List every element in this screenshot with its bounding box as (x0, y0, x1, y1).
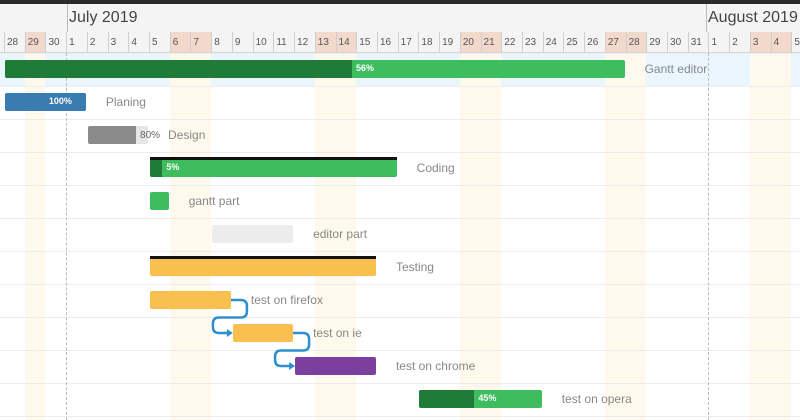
day-cell: 2 (86, 32, 108, 52)
day-cell: 28 (4, 32, 25, 52)
task-bar[interactable]: 45% (419, 390, 542, 408)
day-cell: 9 (231, 32, 253, 52)
task-label: gantt part (188, 194, 240, 208)
progress-fill (5, 60, 352, 78)
progress-label: 45% (478, 393, 497, 403)
task-label: Planing (105, 95, 146, 109)
task-label: test on opera (561, 392, 632, 406)
timeline-month-scale: July 2019 August 2019 (0, 4, 800, 32)
task-bar[interactable]: 56% (5, 60, 625, 78)
day-cell: 8 (211, 32, 232, 52)
day-cell: 20 (459, 32, 481, 52)
task-bar[interactable] (87, 126, 149, 144)
day-cell: 4 (128, 32, 149, 52)
task-bar[interactable] (212, 225, 294, 243)
progress-fill (419, 390, 475, 408)
month-label-august: August 2019 (708, 9, 798, 26)
task-label: test on ie (313, 326, 362, 340)
day-cell: 31 (687, 32, 709, 52)
task-label: Testing (395, 260, 434, 274)
day-cell: 27 (604, 32, 626, 52)
day-cell: 19 (439, 32, 460, 52)
task-label: editor part (313, 227, 368, 241)
task-bar[interactable] (295, 357, 376, 375)
day-cell: 21 (480, 32, 502, 52)
task-bar[interactable] (150, 258, 376, 276)
day-cell: 10 (252, 32, 274, 52)
day-cell: 22 (501, 32, 522, 52)
day-cell: 30 (667, 32, 688, 52)
day-cell: 28 (625, 32, 647, 52)
day-cell: 17 (397, 32, 419, 52)
task-bar[interactable] (150, 192, 169, 210)
task-bar[interactable] (232, 324, 294, 342)
timeline-day-scale: 28 29 30 1 2 3 4 5 6 7 8 9 10 11 12 13 14 15 16 17 18 19 20 21 2… (0, 32, 800, 53)
day-cell: 2 (729, 32, 750, 52)
day-cell: 13 (314, 32, 336, 52)
summary-indicator (150, 256, 376, 259)
day-cell: 16 (376, 32, 398, 52)
day-cell: 26 (584, 32, 605, 52)
day-cell: 25 (563, 32, 584, 52)
day-cell: 12 (294, 32, 315, 52)
month-label-july: July 2019 (69, 9, 138, 26)
day-cell: 14 (335, 32, 357, 52)
progress-label: 56% (355, 63, 374, 73)
task-label: Design (168, 128, 206, 142)
progress-label: 5% (166, 162, 180, 172)
progress-fill (87, 126, 136, 144)
day-cell: 23 (522, 32, 543, 52)
day-cell: 3 (107, 32, 129, 52)
day-cell: 6 (169, 32, 191, 52)
task-bar[interactable]: 5% (150, 159, 397, 177)
day-cell: 15 (356, 32, 377, 52)
day-cell: 5 (791, 32, 800, 52)
task-label: test on chrome (395, 359, 476, 373)
progress-label: 100% (48, 96, 72, 106)
gantt-chart: July 2019 August 2019 28 29 30 1 2 3 4 5 6 7 8 9 10 1… (0, 4, 800, 420)
progress-label: 80% (140, 130, 161, 141)
task-label: test on firefox (250, 293, 323, 307)
day-cell: 5 (149, 32, 170, 52)
day-cell: 29 (24, 32, 46, 52)
day-cell: 29 (646, 32, 667, 52)
day-cell: 24 (542, 32, 564, 52)
task-label: Coding (416, 161, 455, 175)
day-cell: 30 (45, 32, 66, 52)
task-bar[interactable] (150, 291, 231, 309)
gantt-task-area: 56% Gantt editor 100% Planing 80% Design 5% Cod… (0, 53, 800, 420)
day-cell: 3 (749, 32, 771, 52)
task-bar[interactable]: 100% (5, 93, 86, 111)
task-label: Gantt editor (644, 62, 708, 76)
day-cell: 1 (708, 32, 729, 52)
progress-fill (5, 93, 86, 111)
day-cell: 1 (66, 32, 87, 52)
day-cell: 18 (418, 32, 439, 52)
day-cell: 4 (770, 32, 792, 52)
summary-indicator (150, 157, 397, 160)
progress-fill (150, 159, 163, 177)
day-cell: 11 (273, 32, 294, 52)
day-cell: 7 (190, 32, 212, 52)
